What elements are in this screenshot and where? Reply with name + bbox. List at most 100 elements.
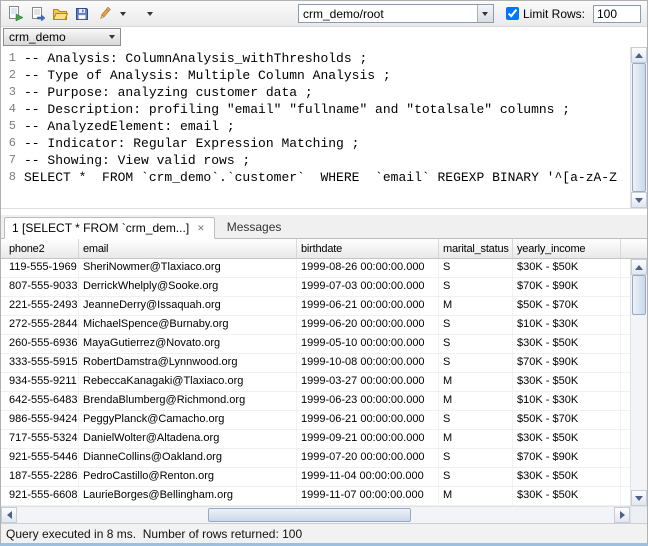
line-number: 4 [1,101,16,118]
tab-messages[interactable]: Messages [215,216,294,238]
limit-rows-checkbox[interactable] [506,7,519,20]
table-cell: 260-555-6936 [1,335,79,353]
table-cell: M [439,430,513,448]
arrow-down-icon [635,198,643,203]
code-line: -- Analysis: ColumnAnalysis_withThreshol… [24,50,630,67]
open-folder-icon[interactable] [51,5,69,23]
table-cell: $50K - $70K [513,411,621,429]
column-header-yearly_income[interactable]: yearly_income [513,239,621,258]
table-row[interactable]: 260-555-6936MayaGutierrez@Novato.org1999… [1,335,630,354]
results-table-header: phone2emailbirthdatemarital_statusyearly… [1,239,647,259]
scrollbar-track[interactable] [17,507,614,523]
table-row[interactable]: 221-555-2493JeanneDerry@Issaquah.org1999… [1,297,630,316]
chevron-down-icon [482,12,488,16]
table-cell: 1999-05-10 00:00:00.000 [297,335,439,353]
table-cell: 1999-03-27 00:00:00.000 [297,373,439,391]
scrollbar-corner [630,507,647,523]
table-cell: PeggyPlanck@Camacho.org [79,411,297,429]
table-cell: $30K - $50K [513,335,621,353]
table-cell: DerrickWhelply@Sooke.org [79,278,297,296]
table-cell: 1999-07-03 00:00:00.000 [297,278,439,296]
limit-rows-input[interactable] [593,5,641,23]
table-cell: $70K - $90K [513,278,621,296]
column-header-marital_status[interactable]: marital_status [439,239,513,258]
scrollbar-thumb[interactable] [632,275,646,315]
close-icon[interactable]: ✕ [195,223,207,234]
sql-editor-window: crm_demo/root Limit Rows: crm_demo 12345… [0,0,648,546]
table-cell: 1999-06-23 00:00:00.000 [297,392,439,410]
table-cell: $30K - $50K [513,468,621,486]
table-cell: 221-555-2493 [1,297,79,315]
table-row[interactable]: 119-555-1969SheriNowmer@Tlaxiaco.org1999… [1,259,630,278]
table-row[interactable]: 272-555-2844MichaelSpence@Burnaby.org199… [1,316,630,335]
arrow-right-icon [620,511,625,519]
table-cell: 921-555-5446 [1,449,79,467]
editor-selector[interactable]: crm_demo [3,28,121,46]
table-cell: M [439,392,513,410]
table-cell: 1999-06-20 00:00:00.000 [297,316,439,334]
scroll-down-button[interactable] [631,490,647,506]
connection-combo[interactable]: crm_demo/root [298,4,494,23]
limit-rows-group: Limit Rows: [506,7,585,21]
table-row[interactable]: 934-555-9211RebeccaKanagaki@Tlaxiaco.org… [1,373,630,392]
scrollbar-track[interactable] [631,63,647,192]
code-line: -- Purpose: analyzing customer data ; [24,84,630,101]
table-cell: S [439,335,513,353]
results-table: 119-555-1969SheriNowmer@Tlaxiaco.org1999… [1,259,647,506]
sql-editor[interactable]: 12345678 -- Analysis: ColumnAnalysis_wit… [1,47,647,209]
table-cell: 986-555-9424 [1,411,79,429]
tab-result-1[interactable]: 1 [SELECT * FROM `crm_dem...] ✕ [4,217,215,239]
table-row[interactable]: 807-555-9033DerrickWhelply@Sooke.org1999… [1,278,630,297]
column-header-email[interactable]: email [79,239,297,258]
table-cell: RobertDamstra@Lynnwood.org [79,354,297,372]
arrow-down-icon [635,496,643,501]
column-header-birthdate[interactable]: birthdate [297,239,439,258]
code-line: -- Type of Analysis: Multiple Column Ana… [24,67,630,84]
table-cell: DanielWolter@Altadena.org [79,430,297,448]
table-cell: JeanneDerry@Issaquah.org [79,297,297,315]
table-row[interactable]: 921-555-5446DianneCollins@Oakland.org199… [1,449,630,468]
run-sql-icon[interactable] [7,5,25,23]
table-cell: 1999-10-08 00:00:00.000 [297,354,439,372]
editor-vscrollbar[interactable] [630,47,647,208]
table-row[interactable]: 986-555-9424PeggyPlanck@Camacho.org1999-… [1,411,630,430]
table-cell: 333-555-5915 [1,354,79,372]
table-cell: 717-555-5324 [1,430,79,448]
scroll-left-button[interactable] [1,507,17,523]
scrollbar-track[interactable] [631,275,647,490]
table-cell: $70K - $90K [513,354,621,372]
scroll-down-button[interactable] [631,192,647,208]
scrollbar-thumb[interactable] [632,63,646,192]
table-row[interactable]: 717-555-5324DanielWolter@Altadena.org199… [1,430,630,449]
table-row[interactable]: 333-555-5915RobertDamstra@Lynnwood.org19… [1,354,630,373]
table-cell: 1999-11-04 00:00:00.000 [297,468,439,486]
scroll-right-button[interactable] [614,507,630,523]
table-hscrollbar[interactable] [1,506,647,523]
table-row[interactable]: 642-555-6483BrendaBlumberg@Richmond.org1… [1,392,630,411]
line-number: 7 [1,152,16,169]
scroll-up-button[interactable] [631,259,647,275]
edit-icon[interactable] [95,5,113,23]
table-cell: S [439,278,513,296]
table-cell: 934-555-9211 [1,373,79,391]
chevron-down-icon [109,35,115,39]
combo-dropdown-button[interactable] [477,5,493,22]
arrow-left-icon [7,511,12,519]
results-tabbar: 1 [SELECT * FROM `crm_dem...] ✕ Messages [1,215,647,239]
column-header-phone2[interactable]: phone2 [1,239,79,258]
export-page-icon[interactable] [29,5,47,23]
table-cell: 1999-07-20 00:00:00.000 [297,449,439,467]
table-cell: 1999-06-21 00:00:00.000 [297,411,439,429]
chevron-down-icon[interactable] [120,12,126,16]
table-cell: S [439,259,513,277]
table-row[interactable]: 187-555-2286PedroCastillo@Renton.org1999… [1,468,630,487]
scrollbar-thumb[interactable] [208,508,411,522]
table-row[interactable]: 921-555-6608LaurieBorges@Bellingham.org1… [1,487,630,506]
table-cell: MichaelSpence@Burnaby.org [79,316,297,334]
editor-code[interactable]: -- Analysis: ColumnAnalysis_withThreshol… [19,47,630,208]
save-icon[interactable] [73,5,91,23]
table-vscrollbar[interactable] [630,259,647,506]
code-line: -- Indicator: Regular Expression Matchin… [24,135,630,152]
chevron-down-icon[interactable] [147,12,153,16]
scroll-up-button[interactable] [631,47,647,63]
